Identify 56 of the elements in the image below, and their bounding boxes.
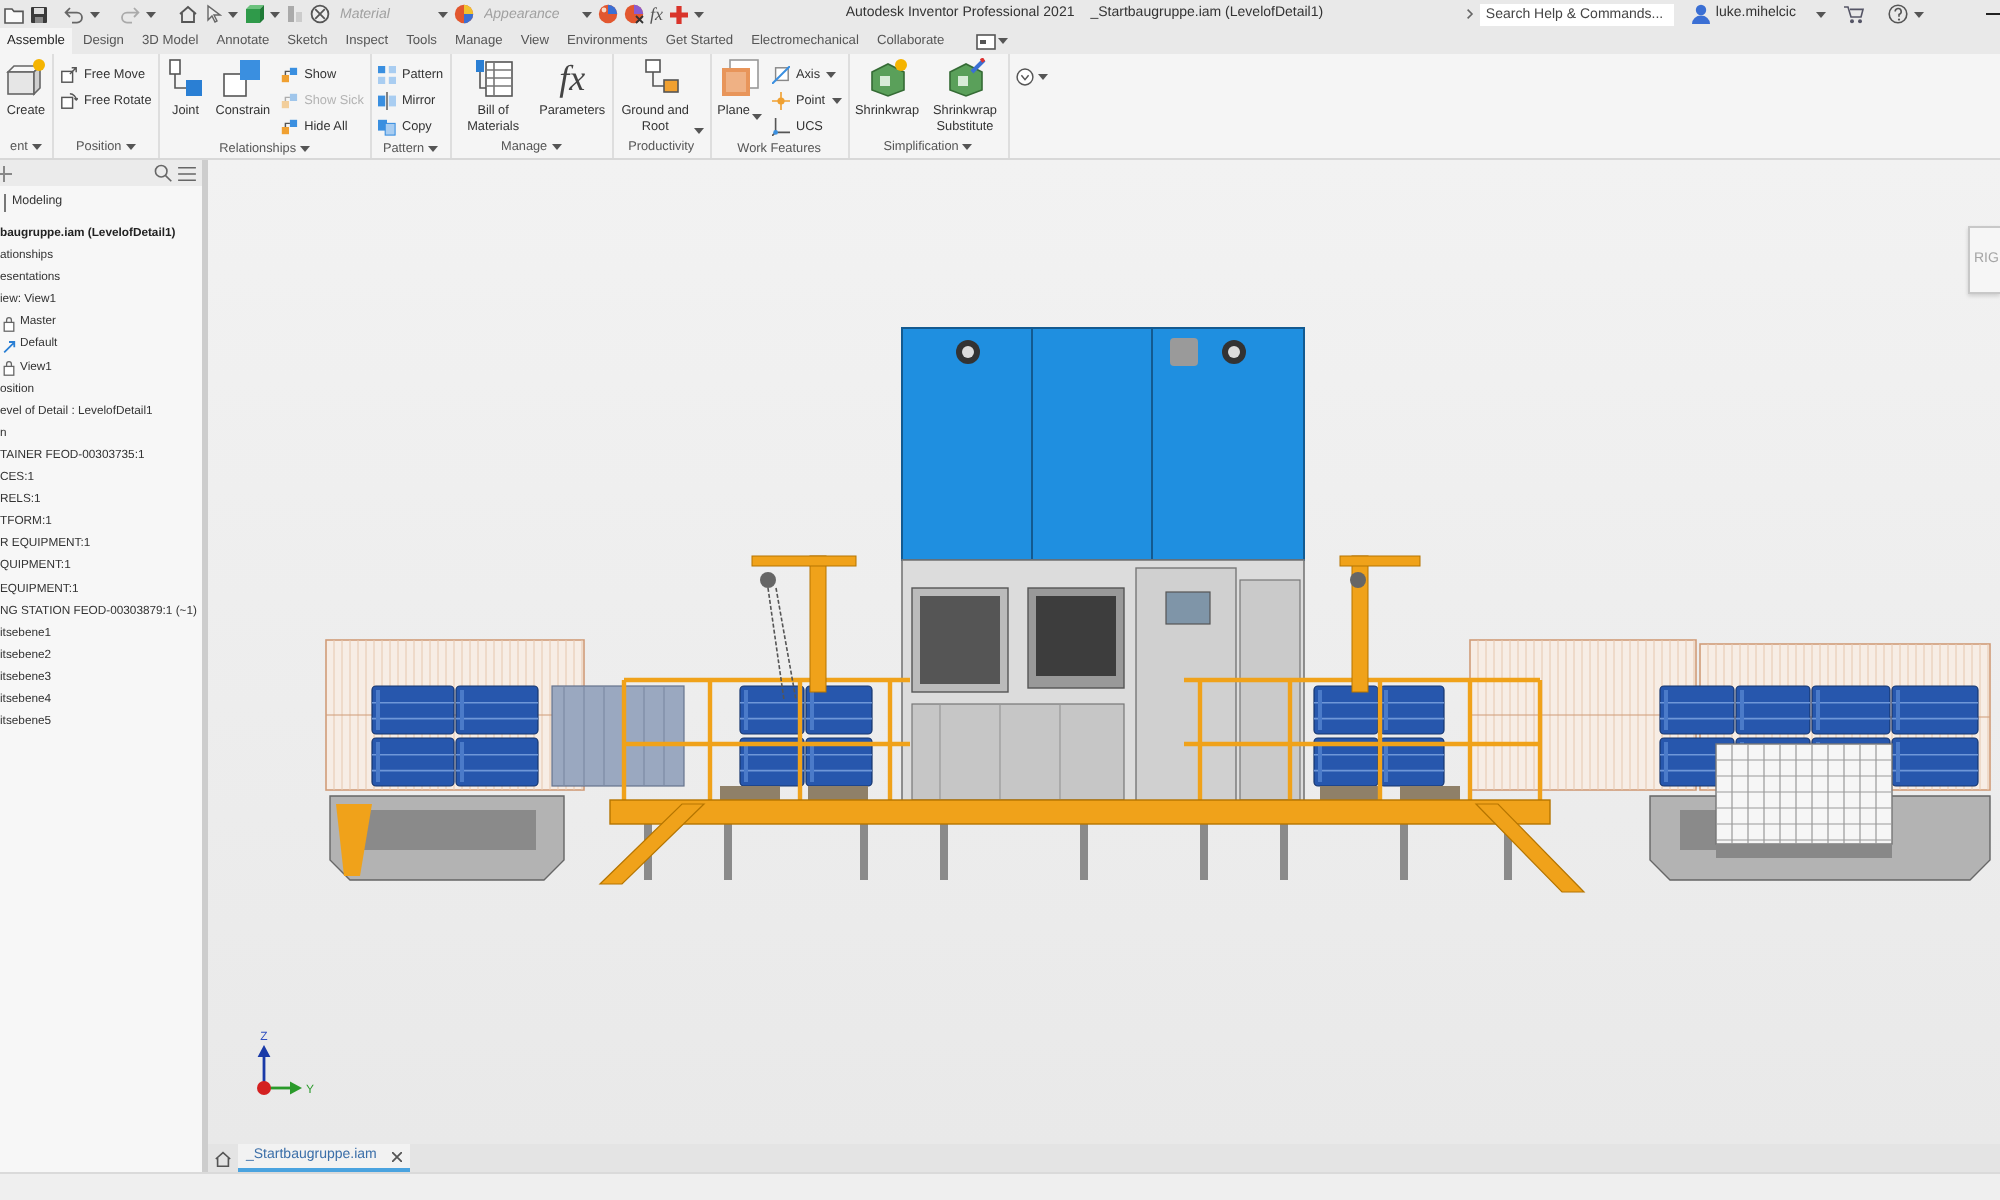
caret-icon[interactable] [962,144,973,151]
axis-icon [771,66,790,84]
link-icon [280,92,299,110]
undo-icon[interactable] [64,5,84,23]
copy-icon [377,118,396,136]
caret-icon[interactable] [300,146,311,152]
point-icon [771,92,790,110]
cube-icon[interactable] [244,4,264,24]
menu-icon[interactable] [178,165,196,181]
home-icon [214,1149,232,1167]
color-ball-icon[interactable] [598,4,618,24]
caret-icon[interactable] [693,11,703,17]
shrinkwrap-icon [867,58,908,98]
caret-icon[interactable] [270,11,280,17]
plus-icon[interactable] [669,5,687,23]
caret-icon[interactable] [997,38,1008,44]
fx-icon: fx [559,58,586,98]
move-icon [60,66,78,84]
chevron-icon[interactable] [1465,8,1474,20]
color-clear-icon[interactable] [624,4,644,24]
shrinkwrap-pencil-icon [945,58,985,98]
ribbon-button[interactable] [1011,64,1051,90]
caret-icon[interactable] [438,11,448,17]
grid-icon [377,66,396,84]
search-icon[interactable] [154,164,172,182]
caret-icon[interactable] [228,11,238,17]
mirror-icon [377,92,396,110]
link-icon [280,118,299,136]
pointer-icon[interactable] [204,4,222,24]
window-icon[interactable] [975,33,996,49]
folder-icon[interactable] [4,5,24,23]
fx-icon[interactable]: fx [650,5,663,23]
home-icon[interactable] [178,4,198,24]
caret-icon[interactable] [551,144,562,151]
color-ball-icon[interactable] [454,4,474,24]
caret-icon[interactable] [125,144,136,150]
circle-cross-icon[interactable] [310,4,330,24]
caret-icon[interactable] [90,11,100,17]
caret-icon[interactable] [582,11,592,17]
help-icon[interactable] [1888,4,1908,24]
caret-icon[interactable] [428,146,439,152]
user-icon[interactable] [1691,4,1710,24]
save-icon[interactable] [30,5,48,23]
caret-icon[interactable] [146,11,156,17]
caret-icon[interactable] [31,144,42,150]
ucs-icon [771,118,790,136]
caret-icon[interactable] [1816,11,1826,17]
minimize-icon[interactable] [1986,12,2000,16]
cart-icon[interactable] [1844,4,1864,24]
plus-icon[interactable] [0,165,12,181]
link-icon [280,66,299,84]
circle-arrow-icon [1015,68,1033,86]
caret-icon[interactable] [1914,11,1924,17]
axis-triad-icon [257,1045,302,1095]
close-icon[interactable] [392,1151,403,1161]
rotate-icon [60,92,78,110]
